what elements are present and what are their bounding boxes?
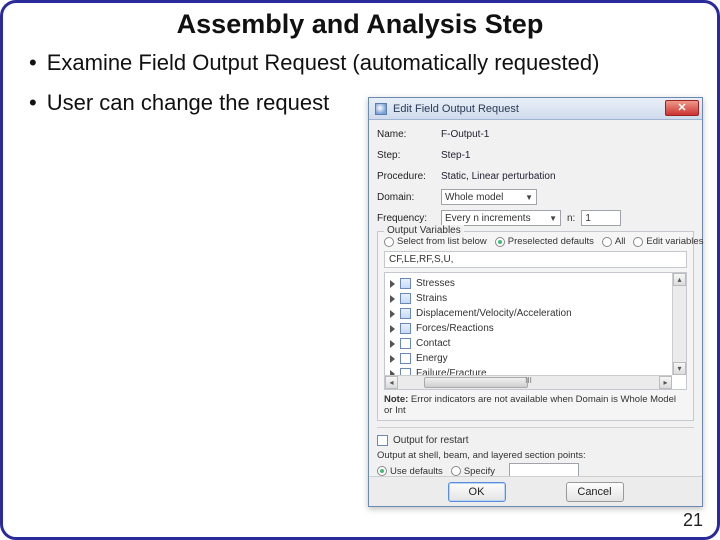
chevron-down-icon: ▼ [549,214,557,223]
frequency-n-input[interactable]: 1 [581,210,621,226]
name-value: F-Output-1 [441,129,489,140]
radio-all[interactable]: All [602,236,626,247]
checkbox-icon[interactable] [400,293,411,304]
radio-icon [633,237,643,247]
domain-combo-value: Whole model [445,192,503,203]
checkbox-icon[interactable] [400,353,411,364]
tree-item-contact[interactable]: Contact [387,336,684,351]
note-line: Note: Error indicators are not available… [384,394,687,416]
dialog-title: Edit Field Output Request [393,103,519,115]
expand-icon [390,355,395,363]
step-label: Step: [377,150,441,161]
output-variables-legend: Output Variables [384,225,464,236]
output-variables-group: Output Variables Select from list below … [377,231,694,421]
frequency-n-label: n: [567,213,575,224]
divider [377,427,694,428]
frequency-combo-value: Every n increments [445,213,531,224]
expand-icon [390,325,395,333]
tree-item-displacement[interactable]: Displacement/Velocity/Acceleration [387,306,684,321]
radio-edit-variables[interactable]: Edit variables [633,236,703,247]
app-icon [375,103,387,115]
scroll-grip-icon: III [525,376,532,385]
dialog-footer: OK Cancel [369,476,702,506]
checkbox-icon[interactable] [400,308,411,319]
procedure-label: Procedure: [377,171,441,182]
horizontal-scrollbar[interactable]: ◂ III ▸ [385,375,672,389]
scrollbar-track[interactable]: III [398,376,659,389]
frequency-combo[interactable]: Every n increments ▼ [441,210,561,226]
bullet-text: User can change the request [47,90,330,116]
selected-variables-text: CF,LE,RF,S,U, [384,251,687,268]
close-button[interactable]: ✕ [665,100,699,116]
expand-icon [390,295,395,303]
scroll-up-icon[interactable]: ▴ [673,273,686,286]
checkbox-icon[interactable] [400,278,411,289]
edit-field-output-dialog: Edit Field Output Request ✕ Name: F-Outp… [368,97,703,507]
ok-button[interactable]: OK [448,482,506,502]
tree-item-strains[interactable]: Strains [387,291,684,306]
radio-icon [495,237,505,247]
note-label: Note: [384,394,408,405]
checkbox-icon[interactable] [400,338,411,349]
radio-specify[interactable]: Specify [451,466,495,477]
section-points-label: Output at shell, beam, and layered secti… [377,450,694,461]
dialog-titlebar[interactable]: Edit Field Output Request ✕ [369,98,702,120]
domain-combo[interactable]: Whole model ▼ [441,189,537,205]
frequency-label: Frequency: [377,213,441,224]
variable-tree[interactable]: Stresses Strains Displacement/Velocity/A… [384,272,687,390]
bullet-dot-icon: • [29,50,37,76]
expand-icon [390,280,395,288]
tree-item-forces[interactable]: Forces/Reactions [387,321,684,336]
radio-use-defaults[interactable]: Use defaults [377,466,443,477]
tree-item-energy[interactable]: Energy [387,351,684,366]
scroll-down-icon[interactable]: ▾ [673,362,686,375]
bullet-text: Examine Field Output Request (automatica… [47,50,600,76]
variable-mode-radios: Select from list below Preselected defau… [384,236,687,247]
note-text: Error indicators are not available when … [384,394,676,416]
page-number: 21 [683,510,703,531]
radio-icon [384,237,394,247]
radio-preselected-defaults[interactable]: Preselected defaults [495,236,594,247]
dialog-body: Name: F-Output-1 Step: Step-1 Procedure:… [369,120,702,508]
radio-icon [451,466,461,476]
tree-item-stresses[interactable]: Stresses [387,276,684,291]
procedure-value: Static, Linear perturbation [441,171,556,182]
scrollbar-thumb[interactable] [424,377,528,388]
slide-frame: Assembly and Analysis Step • Examine Fie… [0,0,720,540]
chevron-down-icon: ▼ [525,193,533,202]
radio-icon [377,466,387,476]
step-value: Step-1 [441,150,470,161]
output-restart-label: Output for restart [393,435,469,446]
frequency-n-value: 1 [585,213,591,224]
checkbox-icon[interactable] [400,323,411,334]
bullet-item: • Examine Field Output Request (automati… [29,50,697,76]
expand-icon [390,340,395,348]
radio-select-from-list[interactable]: Select from list below [384,236,487,247]
bullet-dot-icon: • [29,90,37,116]
domain-label: Domain: [377,192,441,203]
scroll-right-icon[interactable]: ▸ [659,376,672,389]
expand-icon [390,310,395,318]
cancel-button[interactable]: Cancel [566,482,624,502]
scroll-left-icon[interactable]: ◂ [385,376,398,389]
radio-icon [602,237,612,247]
slide-title: Assembly and Analysis Step [23,9,697,40]
close-icon: ✕ [677,103,686,114]
name-label: Name: [377,129,441,140]
vertical-scrollbar[interactable]: ▴ ▾ [672,273,686,375]
output-restart-checkbox[interactable] [377,435,388,446]
